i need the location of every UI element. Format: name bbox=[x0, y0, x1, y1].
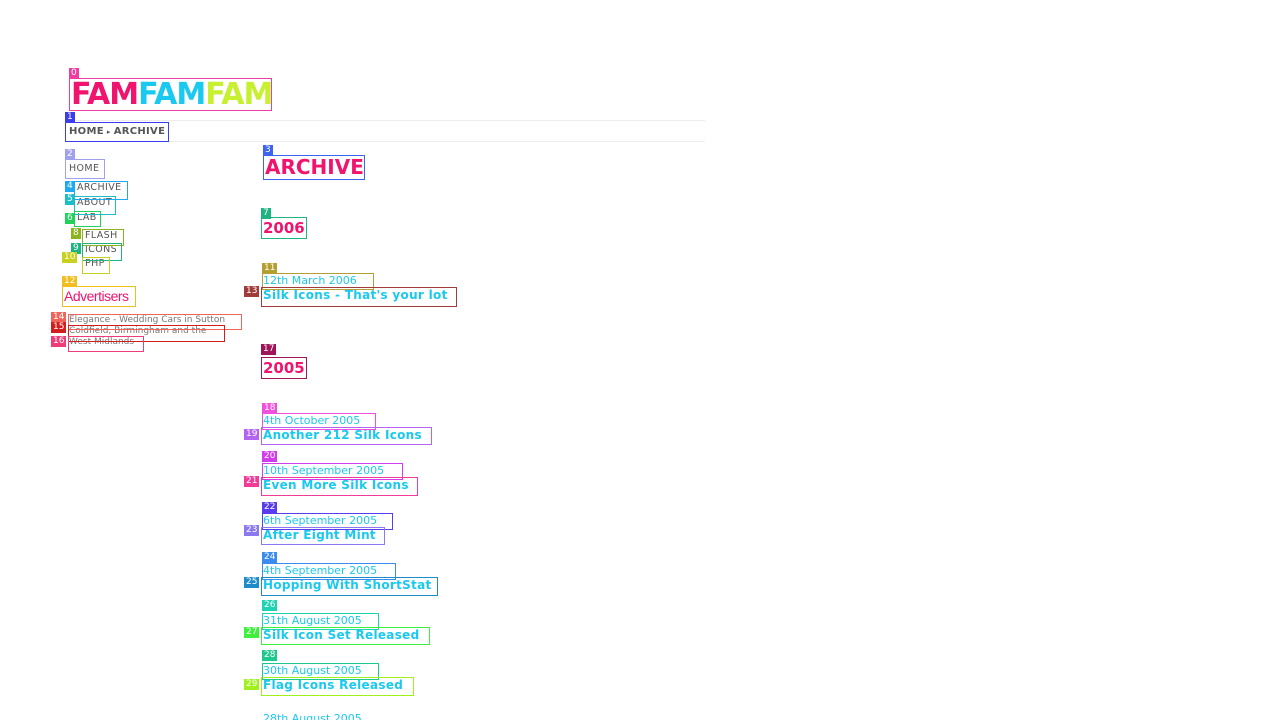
annotation-box bbox=[261, 677, 414, 696]
annotation-badge: 23 bbox=[244, 525, 260, 536]
annotation-badge: 10 bbox=[62, 252, 78, 263]
annotation-badge: 18 bbox=[262, 403, 278, 414]
annotation-box bbox=[263, 155, 365, 180]
annotation-box bbox=[261, 427, 432, 445]
annotation-badge: 28 bbox=[262, 650, 278, 661]
annotation-badge: 26 bbox=[262, 600, 278, 611]
annotation-badge: 22 bbox=[262, 502, 278, 513]
annotation-box bbox=[82, 257, 110, 274]
annotation-box bbox=[65, 122, 169, 142]
annotation-badge: 20 bbox=[262, 451, 278, 462]
breadcrumb-top-divider bbox=[65, 120, 705, 121]
annotation-box bbox=[261, 477, 418, 496]
annotation-badge: 6 bbox=[65, 213, 75, 224]
annotation-badge: 5 bbox=[65, 194, 75, 205]
annotation-badge: 11 bbox=[262, 263, 278, 274]
annotation-badge: 19 bbox=[244, 429, 260, 440]
annotation-badge: 25 bbox=[244, 577, 260, 588]
annotation-box bbox=[261, 357, 307, 379]
annotation-box bbox=[74, 211, 101, 227]
annotation-box bbox=[261, 577, 438, 596]
annotation-badge: 15 bbox=[51, 322, 67, 333]
annotation-badge: 2 bbox=[65, 149, 75, 160]
annotation-badge: 27 bbox=[244, 627, 260, 638]
annotation-badge: 0 bbox=[69, 68, 79, 79]
annotation-box bbox=[261, 287, 457, 307]
annotation-badge: 21 bbox=[244, 476, 260, 487]
annotation-box bbox=[261, 217, 307, 239]
annotation-badge: 4 bbox=[65, 181, 75, 192]
annotation-box bbox=[261, 527, 385, 545]
annotation-box bbox=[261, 627, 430, 645]
annotation-badge: 3 bbox=[263, 145, 273, 156]
annotation-badge: 7 bbox=[261, 208, 271, 219]
annotation-badge: 12 bbox=[62, 276, 78, 287]
annotation-badge: 13 bbox=[244, 286, 260, 297]
annotation-badge: 1 bbox=[65, 112, 75, 123]
post-date[interactable]: 28th August 2005 bbox=[262, 711, 362, 720]
annotation-badge: 24 bbox=[262, 552, 278, 563]
annotation-box bbox=[62, 286, 136, 307]
annotation-box bbox=[65, 159, 105, 179]
annotation-badge: 8 bbox=[71, 228, 81, 239]
annotation-box bbox=[69, 78, 272, 111]
annotation-box bbox=[68, 336, 144, 352]
annotation-badge: 29 bbox=[244, 679, 260, 690]
annotation-badge: 16 bbox=[51, 336, 67, 347]
annotation-badge: 17 bbox=[261, 344, 277, 355]
